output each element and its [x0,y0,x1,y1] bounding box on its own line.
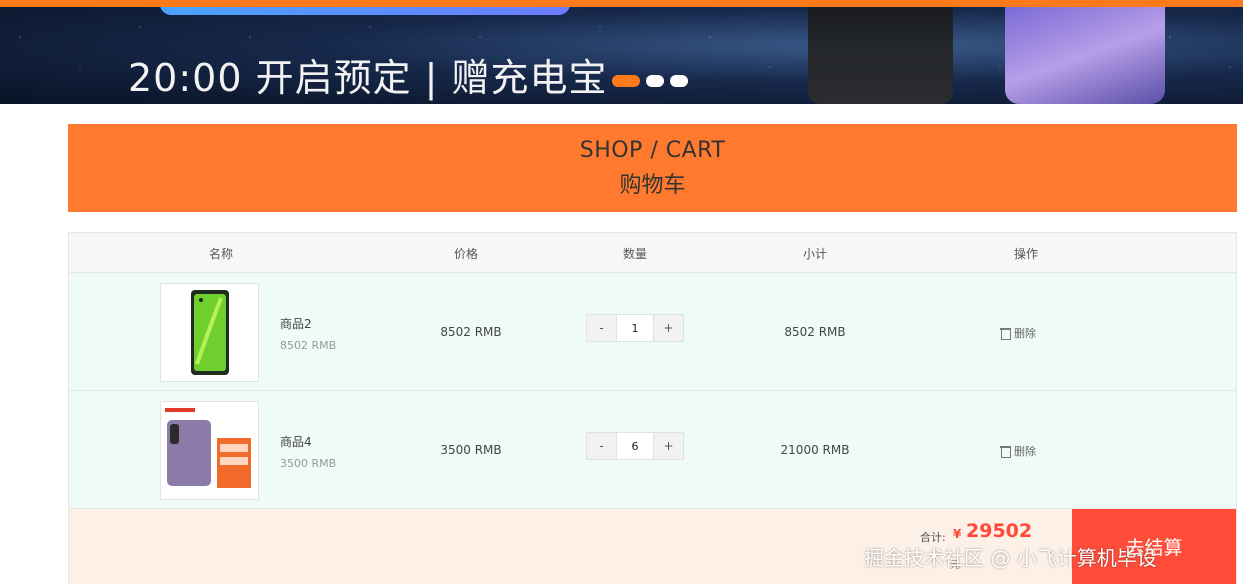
subtotal-value: 8502 RMB [784,325,846,339]
banner-phone-image-purple [1005,7,1165,104]
delete-button[interactable]: 删除 [1000,325,1036,341]
decrement-button[interactable]: - [587,433,616,459]
col-header-price: 价格 [453,247,479,261]
price-value: 8502 RMB [440,325,502,339]
quantity-stepper: - 6 + [586,432,684,460]
banner-carousel-dots [612,75,688,87]
table-row: 商品4 3500 RMB 3500 RMB - 6 + 21000 RMB 删除 [69,391,1236,509]
increment-button[interactable]: + [654,315,683,341]
table-row: 商品2 8502 RMB 8502 RMB - 1 + 8502 RMB 删除 [69,273,1236,391]
page-title-cn: 购物车 [619,173,686,198]
decrement-button[interactable]: - [587,315,616,341]
page-title-en: SHOP / CART [579,138,726,163]
col-header-subtotal: 小计 [802,247,828,261]
quantity-input[interactable]: 1 [616,315,654,341]
trash-icon [1000,445,1011,458]
product-thumbnail[interactable] [160,401,259,500]
delete-button[interactable]: 删除 [1000,443,1036,459]
delete-label: 删除 [1014,327,1036,340]
product-thumbnail[interactable] [160,283,259,382]
product-name[interactable]: 商品4 [280,433,312,450]
watermark: 掘金技术社区 @ 小飞计算机毕设 [864,546,1157,570]
product-unit-price: 3500 RMB [280,457,337,470]
subtotal-value: 21000 RMB [780,443,850,457]
banner-pill-decoration [160,7,570,15]
product-name[interactable]: 商品2 [280,315,312,332]
quantity-input[interactable]: 6 [616,433,654,459]
carousel-dot-2[interactable] [646,75,664,87]
cart-title-bar: SHOP / CART 购物车 [68,124,1237,212]
carousel-dot-3[interactable] [670,75,688,87]
currency-symbol: ¥ [953,527,962,541]
cart-table: 名称 价格 数量 小计 操作 商品2 8502 RMB 8502 RMB - 1… [68,232,1237,584]
banner-text: 20:00 开启预定 | 赠充电宝 [128,56,608,100]
product-unit-price: 8502 RMB [280,339,337,352]
col-header-name: 名称 [208,247,234,261]
price-value: 3500 RMB [440,443,502,457]
table-header: 名称 价格 数量 小计 操作 [69,233,1236,273]
col-header-quantity: 数量 [622,247,648,261]
top-accent-strip [0,0,1243,7]
total-amount: 29502 [966,520,1033,542]
quantity-stepper: - 1 + [586,314,684,342]
promo-banner[interactable]: 20:00 开启预定 | 赠充电宝 [0,7,1243,104]
delete-label: 删除 [1014,445,1036,458]
col-header-actions: 操作 [1013,247,1039,261]
increment-button[interactable]: + [654,433,683,459]
trash-icon [1000,327,1011,340]
carousel-dot-1[interactable] [612,75,640,87]
banner-phone-image-dark [808,7,953,104]
